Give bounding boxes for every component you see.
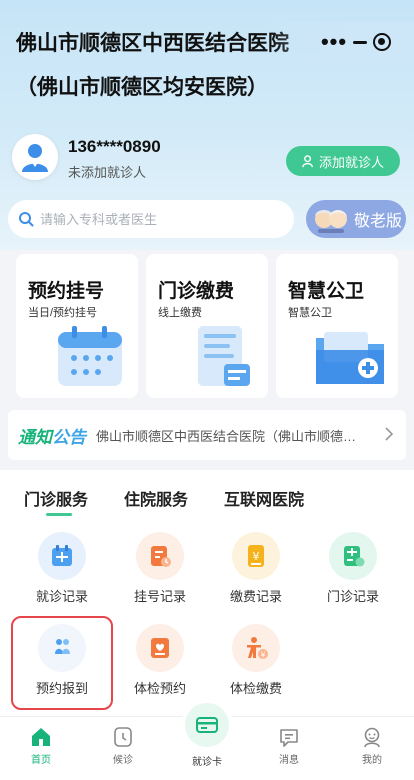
card-public-health[interactable]: 智慧公卫 智慧公卫	[276, 254, 398, 398]
user-avatar-icon	[22, 144, 48, 172]
tab-internet-hospital[interactable]: 互联网医院	[224, 486, 304, 510]
card-title: 门诊缴费	[158, 281, 235, 302]
elder-mode-button[interactable]: 敬老版	[306, 200, 406, 238]
add-patient-button[interactable]: 添加就诊人	[286, 146, 400, 176]
avatar[interactable]	[12, 134, 58, 180]
home-icon	[32, 728, 50, 746]
service-icon-wrap: ¥	[232, 532, 280, 580]
check-in-icon	[55, 639, 70, 654]
hospital-title: 佛山市顺德区中西医结合医院（佛山市顺德区均安医院）	[16, 32, 289, 99]
card-appointment[interactable]: 预约挂号 当日/预约挂号	[16, 254, 138, 398]
service-register-records[interactable]: 挂号记录	[117, 532, 203, 610]
notice-tag: 通知公告	[18, 423, 86, 448]
tabbar-item-messages[interactable]: 消息	[259, 725, 319, 766]
service-checkup-payment[interactable]: ¥ 体检缴费	[213, 624, 299, 702]
service-icon-wrap: ¥	[232, 624, 280, 672]
services-panel: 门诊服务 住院服务 互联网医院 就诊记录 挂号记录 ¥ 缴费记录 门诊记录 预约…	[0, 470, 414, 720]
service-payment-records[interactable]: ¥ 缴费记录	[213, 532, 299, 610]
tab-outpatient[interactable]: 门诊服务	[24, 486, 88, 516]
notice-tag-part2: 公告	[52, 427, 86, 447]
tabbar-item-home[interactable]: 首页	[11, 725, 71, 766]
service-icon-wrap	[38, 624, 86, 672]
tab-inpatient[interactable]: 住院服务	[124, 486, 188, 510]
service-label: 缴费记录	[229, 589, 282, 604]
service-label: 体检缴费	[229, 681, 282, 696]
service-label: 就诊记录	[35, 589, 88, 604]
search-icon	[19, 212, 34, 227]
user-info: 136****0890 未添加就诊人 添加就诊人	[12, 134, 404, 184]
tabbar-item-waiting[interactable]: 候诊	[93, 725, 153, 766]
payment-record-icon: ¥	[248, 545, 264, 567]
service-label: 体检预约	[133, 681, 186, 696]
bottom-tab-bar: 首页 候诊 就诊卡 消息 我的	[0, 703, 414, 780]
notice-bar[interactable]: 通知公告 佛山市顺德区中西医结合医院（佛山市顺德区均安医院）	[8, 410, 406, 460]
tabbar-label-card[interactable]: 就诊卡	[177, 753, 237, 768]
user-phone: 136****0890	[68, 137, 161, 156]
service-label: 挂号记录	[133, 589, 186, 604]
chevron-right-icon	[385, 427, 394, 441]
service-icon-wrap	[38, 532, 86, 580]
search-bar[interactable]	[8, 200, 294, 238]
patient-status: 未添加就诊人	[68, 165, 147, 180]
register-record-icon	[151, 546, 171, 567]
tabbar-item-profile[interactable]: 我的	[342, 725, 402, 766]
service-icon-wrap	[329, 532, 377, 580]
folder-icon	[316, 332, 384, 384]
service-icon-wrap	[136, 532, 184, 580]
svg-text:¥: ¥	[253, 550, 260, 563]
tabbar-label: 我的	[362, 755, 382, 766]
service-checkup-booking[interactable]: 体检预约	[117, 624, 203, 702]
checkup-payment-icon: ¥	[247, 637, 268, 660]
more-icon[interactable]: •••	[321, 29, 347, 55]
calendar-icon	[52, 545, 72, 566]
close-icon[interactable]	[372, 33, 391, 51]
service-label: 预约报到	[35, 681, 88, 696]
card-title: 预约挂号	[28, 281, 105, 302]
checkup-booking-icon	[151, 638, 169, 658]
tabbar-label: 首页	[31, 755, 51, 766]
profile-icon	[364, 727, 380, 748]
clock-icon	[114, 727, 132, 747]
outpatient-record-icon	[344, 546, 365, 567]
search-input[interactable]	[40, 211, 280, 227]
person-add-icon	[302, 154, 313, 167]
tabbar-label: 候诊	[113, 755, 133, 766]
card-subtitle: 线上缴费	[158, 307, 202, 319]
feature-cards: 预约挂号 当日/预约挂号 门诊缴费 线上缴费 智慧公卫 智慧公卫	[16, 254, 398, 398]
tabbar-label: 消息	[279, 755, 299, 766]
card-icon	[196, 717, 218, 733]
message-icon	[280, 729, 298, 747]
svg-text:¥: ¥	[260, 651, 265, 660]
bill-icon	[198, 326, 250, 386]
service-visit-records[interactable]: 就诊记录	[19, 532, 105, 610]
minimize-icon[interactable]	[353, 40, 368, 44]
service-label: 门诊记录	[326, 589, 379, 604]
card-title: 智慧公卫	[288, 281, 365, 302]
card-payment[interactable]: 门诊缴费 线上缴费	[146, 254, 268, 398]
add-patient-label: 添加就诊人	[318, 154, 384, 170]
service-icon-wrap	[136, 624, 184, 672]
card-subtitle: 智慧公卫	[288, 307, 332, 319]
mini-program-capsule[interactable]: •••	[308, 24, 404, 60]
notice-text: 佛山市顺德区中西医结合医院（佛山市顺德区均安医院）	[96, 428, 366, 444]
service-check-in[interactable]: 预约报到	[11, 616, 113, 710]
header-area: 佛山市顺德区中西医结合医院（佛山市顺德区均安医院） ••• 136****089…	[0, 0, 414, 250]
elderly-couple-icon	[315, 210, 347, 233]
service-tabs: 门诊服务 住院服务 互联网医院	[24, 486, 304, 516]
card-center-button[interactable]	[185, 703, 229, 747]
notice-tag-part1: 通知	[18, 427, 52, 447]
elder-mode-label: 敬老版	[354, 213, 403, 230]
service-outpatient-records[interactable]: 门诊记录	[310, 532, 396, 610]
calendar-icon	[58, 326, 122, 386]
card-subtitle: 当日/预约挂号	[28, 307, 98, 319]
